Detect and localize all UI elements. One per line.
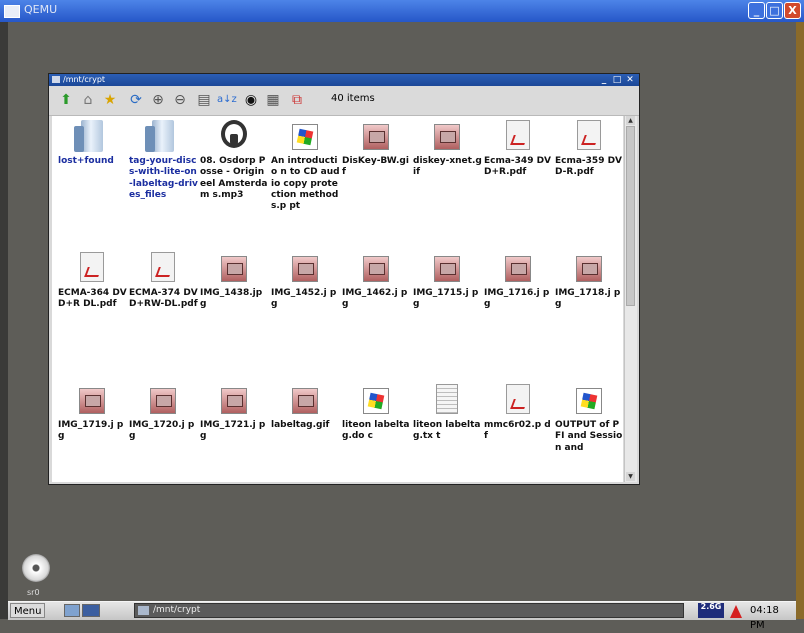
file-name: IMG_1462.j pg — [342, 288, 408, 310]
scroll-down-icon[interactable]: ▼ — [626, 472, 635, 481]
view-icon[interactable]: ▤ — [195, 91, 213, 109]
doc-file-icon — [363, 388, 389, 414]
frame-left-edge — [0, 22, 8, 619]
file-name: OUTPUT of PFI and Session and — [555, 420, 623, 453]
img-file-icon — [505, 256, 531, 282]
txt-file-icon — [436, 384, 458, 414]
cd-drive-icon[interactable] — [22, 554, 50, 582]
scroll-up-icon[interactable]: ▲ — [626, 116, 635, 125]
window-minimize-button[interactable]: _ — [599, 74, 609, 86]
cd-drive-label: sr0 — [27, 588, 40, 597]
qemu-titlebar: QEMU _ □ X — [0, 0, 804, 23]
file-name: diskey-xnet.gif — [413, 156, 482, 178]
pdf-file-icon — [506, 384, 530, 414]
file-name: IMG_1716.j pg — [484, 288, 550, 310]
bookmark-icon[interactable]: ★ — [101, 91, 119, 109]
file-name: IMG_1452.j pg — [271, 288, 337, 310]
zoom-in-icon[interactable]: ⊕ — [149, 91, 167, 109]
img-file-icon — [292, 256, 318, 282]
menu-label: Menu — [14, 606, 42, 617]
window-maximize-button[interactable]: □ — [612, 74, 622, 86]
folder-file-icon — [145, 120, 174, 152]
pdf-file-icon — [80, 252, 104, 282]
taskbar-window-title: /mnt/crypt — [153, 605, 201, 615]
file-name: DisKey-BW.gif — [342, 156, 409, 178]
pdf-file-icon — [577, 120, 601, 150]
file-name: IMG_1719.j pg — [58, 420, 124, 442]
taskbar-window-button[interactable]: /mnt/crypt — [134, 603, 684, 618]
audio-file-icon — [221, 120, 247, 148]
doc-file-icon — [576, 388, 602, 414]
scrollbar-thumb[interactable] — [626, 126, 635, 306]
toolbar: ⬆ ⌂ ★ ⟳ ⊕ ⊖ ▤ a↓z ◉ ▦ ⧉ 40 items — [49, 86, 639, 116]
pdf-file-icon — [506, 120, 530, 150]
file-name: IMG_1718.j pg — [555, 288, 621, 310]
qemu-title: QEMU — [24, 3, 58, 16]
file-name: Ecma-349 DVD+R.pdf — [484, 156, 552, 178]
folder-icon — [138, 606, 149, 615]
file-name: tag-your-discs-with-lite-on-labeltag-dri… — [129, 156, 198, 200]
details-icon[interactable]: ▦ — [264, 91, 282, 109]
refresh-icon[interactable]: ⟳ — [127, 91, 145, 109]
qemu-minimize-button[interactable]: _ — [748, 2, 765, 19]
sort-icon[interactable]: a↓z — [217, 91, 237, 109]
file-name: IMG_1715.j pg — [413, 288, 479, 310]
file-grid: lost+found tag-your-discs-with-lite-on-la… — [52, 116, 623, 482]
file-name: ECMA-364 DVD+R DL.pdf — [58, 288, 127, 310]
file-name: Ecma-359 DVD-R.pdf — [555, 156, 623, 178]
file-manager-launcher-icon[interactable] — [64, 604, 80, 617]
file-name: lost+found — [58, 156, 114, 166]
img-file-icon — [576, 256, 602, 282]
item-count: 40 items — [331, 93, 375, 104]
tray-alert-icon[interactable] — [730, 605, 742, 618]
folder-icon — [52, 76, 60, 83]
folder-file-icon — [74, 120, 103, 152]
img-file-icon — [363, 124, 389, 150]
doc-file-icon — [292, 124, 318, 150]
file-name: mmc6r02.p df — [484, 420, 551, 442]
qemu-window-icon — [4, 5, 20, 18]
file-name: ECMA-374 DVD+RW-DL.pdf — [129, 288, 198, 310]
qemu-close-button[interactable]: X — [784, 2, 801, 19]
frame-right-edge — [796, 22, 804, 619]
start-menu-button[interactable]: Menu — [10, 603, 46, 618]
file-name: IMG_1438.jp g — [200, 288, 263, 310]
img-file-icon — [221, 256, 247, 282]
taskbar: Menu /mnt/crypt 2.6G 04:18 PM — [8, 601, 796, 631]
pdf-file-icon — [151, 252, 175, 282]
new-window-icon[interactable]: ⧉ — [288, 91, 306, 109]
img-file-icon — [363, 256, 389, 282]
img-file-icon — [79, 388, 105, 414]
img-file-icon — [434, 256, 460, 282]
tray-cpu-indicator: 2.6G — [698, 603, 724, 618]
home-icon[interactable]: ⌂ — [79, 91, 97, 109]
file-manager-window: /mnt/crypt _ □ ✕ ⬆ ⌂ ★ ⟳ ⊕ ⊖ ▤ a↓z ◉ ▦ ⧉… — [48, 73, 640, 485]
img-file-icon — [150, 388, 176, 414]
window-title: /mnt/crypt — [63, 75, 106, 84]
qemu-maximize-button[interactable]: □ — [766, 2, 783, 19]
window-titlebar[interactable]: /mnt/crypt _ □ ✕ — [49, 74, 639, 86]
file-name: IMG_1721.j pg — [200, 420, 266, 442]
file-name: IMG_1720.j pg — [129, 420, 195, 442]
img-file-icon — [221, 388, 247, 414]
vertical-scrollbar[interactable]: ▲ ▼ — [624, 116, 637, 482]
file-name: 08. Osdorp Posse - Origineel Amsterdam s… — [200, 156, 268, 200]
show-hidden-icon[interactable]: ◉ — [242, 91, 260, 109]
clock: 04:18 PM — [750, 605, 779, 631]
file-name: liteon labeltag.do c — [342, 420, 410, 442]
file-name: labeltag.gif — [271, 420, 330, 430]
file-name: liteon labeltag.tx t — [413, 420, 481, 442]
up-icon[interactable]: ⬆ — [57, 91, 75, 109]
img-file-icon — [434, 124, 460, 150]
zoom-out-icon[interactable]: ⊖ — [171, 91, 189, 109]
img-file-icon — [292, 388, 318, 414]
terminal-launcher-icon[interactable] — [82, 604, 100, 617]
window-close-button[interactable]: ✕ — [625, 74, 635, 86]
file-name: An introductio n to CD audio copy protec… — [271, 156, 340, 212]
